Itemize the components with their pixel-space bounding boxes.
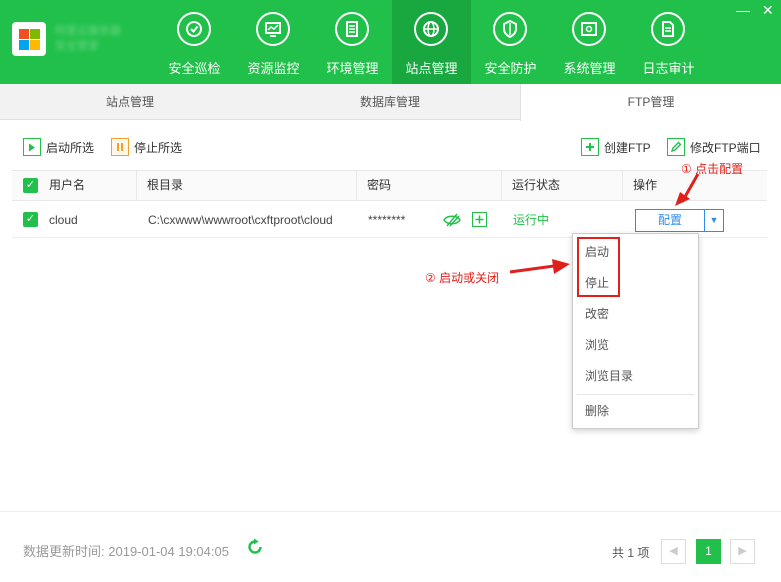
- nav-label: 环境管理: [326, 61, 379, 76]
- system-icon: [572, 12, 606, 46]
- select-all-checkbox[interactable]: ✓: [23, 178, 38, 193]
- header-username: 用户名: [49, 178, 86, 192]
- nav-label: 安全防护: [484, 61, 537, 76]
- monitor-icon: [256, 12, 290, 46]
- prev-page-button[interactable]: ◀: [661, 539, 686, 564]
- tab-ftp-management[interactable]: FTP管理: [520, 84, 781, 121]
- menu-item-delete[interactable]: 删除: [573, 396, 698, 426]
- header-password: 密码: [356, 171, 501, 200]
- globe-icon: [414, 12, 448, 46]
- nav-label: 站点管理: [405, 61, 458, 76]
- header-status: 运行状态: [501, 171, 622, 200]
- start-selected-label: 启动所选: [46, 140, 95, 155]
- nav-system-management[interactable]: 系统管理: [550, 0, 629, 84]
- cell-username: cloud: [49, 213, 78, 227]
- create-ftp-label: 创建FTP: [604, 140, 651, 155]
- nav-security-protection[interactable]: 安全防护: [471, 0, 550, 84]
- copy-icon[interactable]: [472, 212, 487, 227]
- update-time-label: 数据更新时间:: [23, 544, 105, 559]
- tab-database-management[interactable]: 数据库管理: [260, 84, 520, 120]
- pause-icon: [111, 138, 129, 156]
- tab-site-management[interactable]: 站点管理: [0, 84, 260, 120]
- modify-ftp-port-label: 修改FTP端口: [690, 140, 761, 155]
- nav-site-management[interactable]: 站点管理: [392, 0, 471, 84]
- cell-status: 运行中: [513, 213, 550, 227]
- stop-selected-button[interactable]: 停止所选: [111, 137, 182, 157]
- start-selected-button[interactable]: 启动所选: [23, 137, 94, 157]
- menu-item-change-password[interactable]: 改密: [573, 299, 698, 329]
- brand-line-1: 阿里云服务器: [55, 25, 121, 37]
- header-root-directory: 根目录: [136, 171, 356, 200]
- shield-icon: [493, 12, 527, 46]
- highlight-box: [577, 237, 620, 297]
- edit-icon: [667, 138, 685, 156]
- nav-label: 资源监控: [247, 61, 300, 76]
- row-checkbox[interactable]: ✓: [23, 212, 38, 227]
- sub-tabs: 站点管理 数据库管理 FTP管理: [0, 84, 781, 121]
- nav-label: 系统管理: [563, 61, 616, 76]
- cell-root-directory: C:\cxwww\wwwroot\cxftproot\cloud: [148, 213, 333, 227]
- annotation-start-or-close: ② 启动或关闭: [425, 271, 500, 285]
- menu-divider: [577, 394, 694, 395]
- plus-icon: [581, 138, 599, 156]
- chevron-down-icon[interactable]: ▼: [704, 209, 724, 232]
- nav-label: 日志审计: [642, 61, 695, 76]
- brand-line-2: 安全管家: [55, 40, 99, 52]
- menu-item-browse-directory[interactable]: 浏览目录: [573, 361, 698, 391]
- app-brand: 阿里云服务器 安全管家: [55, 24, 145, 54]
- nav-label: 安全巡检: [168, 61, 221, 76]
- patrol-icon: [177, 12, 211, 46]
- next-page-button[interactable]: ▶: [730, 539, 755, 564]
- update-time-value: 2019-01-04 19:04:05: [108, 544, 229, 559]
- cell-password: ********: [368, 213, 406, 227]
- nav-environment[interactable]: 环境管理: [313, 0, 392, 84]
- play-icon: [23, 138, 41, 156]
- config-button[interactable]: 配置: [635, 209, 705, 232]
- annotation-arrow-up: [675, 173, 700, 206]
- environment-icon: [335, 12, 369, 46]
- stop-selected-label: 停止所选: [134, 140, 183, 155]
- minimize-button[interactable]: —: [736, 2, 750, 18]
- total-count: 共 1 项: [612, 546, 650, 560]
- log-icon: [651, 12, 685, 46]
- eye-hidden-icon[interactable]: [443, 212, 461, 228]
- nav-security-patrol[interactable]: 安全巡检: [155, 0, 234, 84]
- footer: 数据更新时间: 2019-01-04 19:04:05 共 1 项 ◀ 1 ▶: [0, 511, 781, 582]
- nav-log-audit[interactable]: 日志审计: [629, 0, 708, 84]
- update-time: 数据更新时间: 2019-01-04 19:04:05: [23, 541, 229, 560]
- refresh-icon[interactable]: [246, 538, 264, 556]
- annotation-arrow-right: [509, 259, 570, 274]
- page-1-button[interactable]: 1: [696, 539, 721, 564]
- create-ftp-button[interactable]: 创建FTP: [581, 137, 651, 157]
- menu-item-browse[interactable]: 浏览: [573, 330, 698, 360]
- app-logo: [12, 22, 46, 56]
- top-header: 阿里云服务器 安全管家 — ✕ 安全巡检 资源监控 环境管理 站点管理 安全防护: [0, 0, 781, 84]
- close-button[interactable]: ✕: [762, 2, 774, 19]
- modify-ftp-port-button[interactable]: 修改FTP端口: [667, 137, 761, 157]
- table-header: ✓ 用户名 根目录 密码 运行状态 操作: [12, 170, 767, 201]
- nav-resource-monitor[interactable]: 资源监控: [234, 0, 313, 84]
